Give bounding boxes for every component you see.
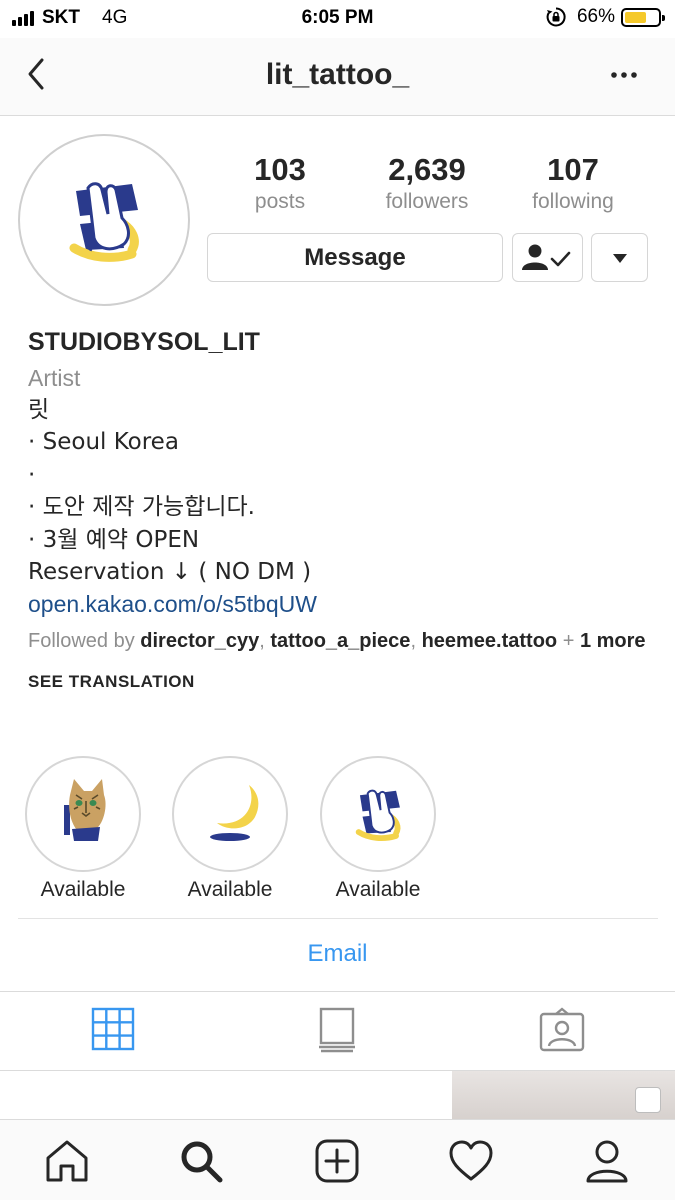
stat-followers[interactable]: 2,639 followers bbox=[357, 152, 497, 216]
followed-by-user: tattoo_a_piece bbox=[270, 630, 411, 653]
highlight-ring bbox=[320, 756, 436, 872]
followed-by-separator: , bbox=[259, 630, 271, 653]
moon-illustration-icon bbox=[210, 785, 259, 841]
add-post-icon[interactable] bbox=[314, 1138, 360, 1184]
bio-line: · Seoul Korea bbox=[28, 429, 179, 456]
posts-count: 103 bbox=[254, 152, 306, 187]
followers-count: 2,639 bbox=[388, 152, 466, 187]
following-button[interactable] bbox=[512, 233, 583, 282]
divider bbox=[18, 918, 658, 919]
profile-full-name: STUDIOBYSOL_LIT bbox=[28, 328, 260, 356]
highlight-ring bbox=[172, 756, 288, 872]
battery-icon bbox=[621, 7, 665, 27]
status-bar: SKT 4G 6:05 PM 66% bbox=[0, 0, 675, 38]
more-options-icon[interactable] bbox=[609, 60, 639, 90]
bio-line: · 3월 예약 OPEN bbox=[28, 526, 200, 553]
story-highlight[interactable]: Available bbox=[320, 756, 436, 902]
suggested-dropdown-button[interactable] bbox=[591, 233, 648, 282]
followed-by-user: heemee.tattoo bbox=[421, 630, 558, 653]
bio-line: 릿 bbox=[28, 397, 50, 423]
profile-username-title: lit_tattoo_ bbox=[265, 58, 410, 91]
bio-line: Reservation ↓ ( NO DM ) bbox=[28, 559, 312, 586]
triangle-down-icon bbox=[613, 254, 627, 263]
profile-bio: STUDIOBYSOL_LIT Artist 릿 · Seoul Korea ·… bbox=[28, 322, 658, 692]
followed-by-plus: + bbox=[557, 630, 580, 653]
bottom-tab-bar bbox=[0, 1119, 675, 1200]
profile-icon[interactable] bbox=[584, 1138, 630, 1184]
highlight-label: Available bbox=[335, 878, 421, 901]
highlight-cover bbox=[181, 765, 279, 863]
posts-label: posts bbox=[254, 190, 306, 213]
followed-by-prefix: Followed by bbox=[28, 630, 141, 653]
divider bbox=[0, 991, 675, 992]
followers-label: followers bbox=[385, 190, 469, 213]
followed-by-more: 1 more bbox=[579, 630, 646, 653]
highlight-ring bbox=[25, 756, 141, 872]
email-contact-button[interactable]: Email bbox=[0, 940, 675, 968]
tagged-photos-icon[interactable] bbox=[538, 1006, 586, 1054]
crossed-fingers-logo-icon bbox=[69, 182, 139, 262]
avatar-image bbox=[28, 144, 180, 296]
story-highlight[interactable]: Available bbox=[25, 756, 141, 902]
story-highlight[interactable]: Available bbox=[172, 756, 288, 902]
search-icon[interactable] bbox=[178, 1138, 224, 1184]
highlight-label: Available bbox=[40, 878, 126, 901]
following-count: 107 bbox=[547, 152, 599, 187]
profile-avatar[interactable] bbox=[18, 134, 190, 306]
status-right: 66% bbox=[545, 6, 665, 28]
activity-heart-icon[interactable] bbox=[448, 1138, 494, 1184]
bio-website-link[interactable]: open.kakao.com/o/s5tbqUW bbox=[28, 588, 658, 620]
orientation-lock-icon bbox=[546, 7, 566, 27]
following-label: following bbox=[532, 190, 614, 213]
message-button[interactable]: Message bbox=[207, 233, 503, 282]
see-translation-link[interactable]: SEE TRANSLATION bbox=[28, 672, 658, 692]
highlight-cover bbox=[34, 765, 132, 863]
grid-view-icon[interactable] bbox=[90, 1006, 138, 1054]
multi-photo-icon bbox=[635, 1087, 661, 1113]
battery-level-fill bbox=[625, 11, 647, 23]
highlight-cover bbox=[329, 765, 427, 863]
post-thumbnail[interactable] bbox=[452, 1071, 675, 1119]
highlight-label: Available bbox=[187, 878, 273, 901]
followed-by-user: director_cyy bbox=[140, 630, 260, 653]
bio-line: · 도안 제작 가능합니다. bbox=[28, 494, 255, 521]
battery-cap bbox=[662, 14, 665, 21]
profile-category: Artist bbox=[28, 365, 81, 391]
stat-following[interactable]: 107 following bbox=[503, 152, 643, 216]
nav-bar: lit_tattoo_ bbox=[0, 38, 675, 116]
followed-by-separator: , bbox=[410, 630, 422, 653]
bio-line: · bbox=[28, 461, 36, 488]
crossed-fingers-illustration-icon bbox=[355, 789, 401, 841]
feed-view-icon[interactable] bbox=[314, 1006, 362, 1054]
home-icon[interactable] bbox=[44, 1138, 90, 1184]
battery-percent: 66% bbox=[576, 6, 615, 27]
cat-illustration-icon bbox=[64, 779, 106, 841]
person-check-icon bbox=[522, 244, 571, 270]
stat-posts[interactable]: 103 posts bbox=[210, 152, 350, 216]
followed-by-text[interactable]: Followed by director_cyy, tattoo_a_piece… bbox=[28, 628, 658, 654]
